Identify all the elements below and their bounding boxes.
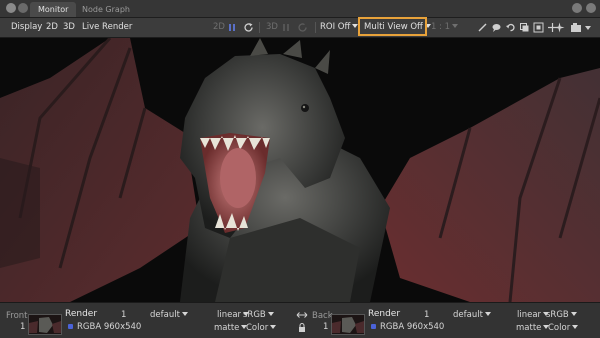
- front-index: 1: [20, 322, 26, 332]
- multi-view-highlight: [358, 17, 427, 36]
- brush-icon[interactable]: [477, 22, 488, 33]
- display-menu[interactable]: Display: [11, 18, 42, 37]
- window-menu-icon[interactable]: [6, 3, 16, 13]
- front-lock-icon[interactable]: [68, 324, 73, 329]
- viewer-status-bar: Front 1 Render 1 RGBA 960x540 default li…: [0, 302, 600, 338]
- front-layer-dropdown[interactable]: default: [150, 310, 188, 321]
- front-number: 1: [121, 310, 127, 320]
- copy-icon[interactable]: [519, 22, 530, 33]
- back-lock-icon[interactable]: [371, 324, 376, 329]
- tab-node-graph[interactable]: Node Graph: [74, 2, 138, 17]
- sparkle-icon[interactable]: [554, 22, 565, 33]
- back-layer-dropdown[interactable]: default: [453, 310, 491, 321]
- dragon-render: [0, 38, 600, 302]
- close-icon[interactable]: [586, 3, 596, 13]
- front-label: Front: [6, 311, 28, 321]
- refresh-3d-icon: [298, 23, 307, 32]
- monitor-viewport[interactable]: [0, 38, 600, 302]
- front-alpha-dropdown[interactable]: matte: [214, 323, 247, 334]
- playback-2d-label: 2D: [213, 22, 225, 32]
- back-alpha-dropdown[interactable]: matte: [516, 323, 549, 334]
- front-thumbnail[interactable]: [28, 314, 62, 335]
- tab-monitor[interactable]: Monitor: [30, 2, 77, 17]
- refresh-icon[interactable]: [243, 22, 254, 33]
- front-format: RGBA 960x540: [77, 322, 142, 332]
- back-colorspace-dropdown[interactable]: sRGB: [546, 310, 577, 321]
- back-format: RGBA 960x540: [380, 322, 445, 332]
- comment-icon[interactable]: [491, 22, 502, 33]
- pause-icon[interactable]: [229, 24, 231, 31]
- playback-3d-label: 3D: [266, 22, 278, 32]
- camera-dropdown-icon[interactable]: [583, 24, 591, 34]
- back-number: 1: [424, 310, 430, 320]
- back-thumbnail[interactable]: [331, 314, 365, 335]
- live-render-button[interactable]: Live Render: [82, 18, 132, 37]
- back-label: Back: [312, 311, 333, 321]
- swap-icon[interactable]: [296, 311, 308, 319]
- back-channel-dropdown[interactable]: Color: [548, 323, 578, 334]
- panel-menu-icon[interactable]: [18, 3, 28, 13]
- pause-3d-icon: [283, 24, 285, 31]
- view-2d-button[interactable]: 2D: [46, 18, 58, 37]
- back-node-name: Render: [368, 309, 401, 319]
- tab-bar: Monitor Node Graph: [0, 0, 600, 18]
- undo-icon[interactable]: [505, 22, 516, 33]
- zoom-dropdown[interactable]: 1 : 1: [431, 18, 458, 37]
- front-colorspace-dropdown[interactable]: sRGB: [243, 310, 274, 321]
- front-node-name: Render: [65, 309, 98, 319]
- fit-icon[interactable]: [533, 22, 544, 33]
- back-transfer-dropdown[interactable]: linear: [517, 310, 549, 321]
- roi-dropdown[interactable]: ROI Off: [320, 18, 358, 37]
- viewer-toolbar: Display 2D 3D Live Render 2D 3D ROI Off …: [0, 18, 600, 38]
- view-3d-button[interactable]: 3D: [63, 18, 75, 37]
- front-channel-dropdown[interactable]: Color: [246, 323, 276, 334]
- maximize-icon[interactable]: [572, 3, 582, 13]
- camera-icon[interactable]: [570, 22, 582, 33]
- back-index: 1: [323, 322, 329, 332]
- lock-icon[interactable]: [298, 323, 306, 333]
